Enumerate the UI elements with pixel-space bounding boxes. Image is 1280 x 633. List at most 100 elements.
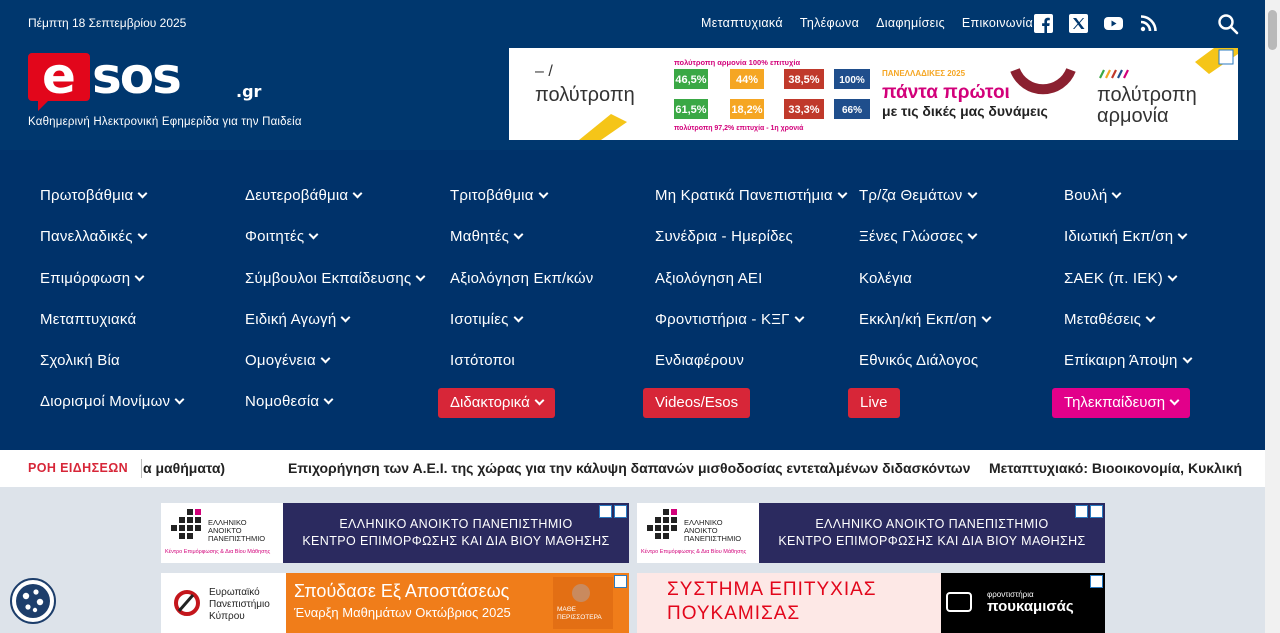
menu-item-foreign-languages[interactable]: Ξένες Γλώσσες xyxy=(859,228,978,245)
facebook-icon[interactable] xyxy=(1034,14,1053,33)
social-links xyxy=(1034,14,1158,33)
top-banner-ad[interactable]: – / πολύτροπη πολύτροπη αρμονία 100% επι… xyxy=(509,48,1238,140)
menu-item-label: Ενδιαφέρουν xyxy=(655,352,745,369)
menu-item-websites[interactable]: Ιστότοποι xyxy=(450,352,515,369)
chevron-down-icon xyxy=(320,353,331,364)
menu-item-colleges[interactable]: Κολέγια xyxy=(859,270,912,287)
menu-item-appointments[interactable]: Διορισμοί Μονίμων xyxy=(40,393,185,410)
news-ticker: ΡΟΗ ΕΙΔΗΣΕΩΝ α μαθήματα) Επιχορήγηση των… xyxy=(0,450,1265,487)
menu-item-label: Επιμόρφωση xyxy=(40,270,131,287)
menu-item-label: Ιδιωτική Εκπ/ση xyxy=(1064,228,1174,245)
svg-text:Έναρξη Μαθημάτων Οκτώβριος 202: Έναρξη Μαθημάτων Οκτώβριος 2025 xyxy=(293,605,511,620)
menu-item-label: Δευτεροβάθμια xyxy=(245,187,349,204)
ad-choices-icon[interactable] xyxy=(1090,575,1103,588)
top-link-ads[interactable]: Διαφημίσεις xyxy=(876,16,945,30)
rss-icon[interactable] xyxy=(1139,14,1158,33)
menu-item-panhellenic[interactable]: Πανελλαδικές xyxy=(40,228,148,245)
eap-banner-ad[interactable]: ΕΛΛΗΝΙΚΟ ΑΝΟΙΚΤΟ ΠΑΝΕΠΙΣΤΗΜΙΟ Κέντρο Επι… xyxy=(637,503,1105,563)
menu-item-teacher-evaluation[interactable]: Αξιολόγηση Εκπ/κών xyxy=(450,270,594,287)
menu-item-tertiary[interactable]: Τριτοβάθμια xyxy=(450,187,549,204)
eap-ad-line-2: ΚΕΝΤΡΟ ΕΠΙΜΟΡΦΩΣΗΣ ΚΑΙ ΔΙΑ ΒΙΟΥ ΜΑΘΗΣΗΣ xyxy=(302,534,610,548)
menu-item-parliament[interactable]: Βουλή xyxy=(1064,187,1122,204)
menu-item-label: Τριτοβάθμια xyxy=(450,187,534,204)
eap-logo: ΕΛΛΗΝΙΚΟ ΑΝΟΙΚΤΟ ΠΑΝΕΠΙΣΤΗΜΙΟ Κέντρο Επι… xyxy=(161,503,283,563)
top-link-contact[interactable]: Επικοινωνία xyxy=(962,16,1033,30)
svg-text:Κέντρο Επιμόρφωσης & Δια Βίου: Κέντρο Επιμόρφωσης & Δια Βίου Μάθησης xyxy=(165,548,271,555)
top-link-postgraduate[interactable]: Μεταπτυχιακά xyxy=(701,16,783,30)
page-scrollbar[interactable] xyxy=(1265,0,1280,633)
menu-item-label: Βουλή xyxy=(1064,187,1108,204)
menu-item-live[interactable]: Live xyxy=(848,388,900,418)
menu-item-postgraduate[interactable]: Μεταπτυχιακά xyxy=(40,311,136,328)
menu-item-special-education[interactable]: Ειδική Αγωγή xyxy=(245,311,351,328)
poukamisas-banner-ad[interactable]: ΣΥΣΤΗΜΑ ΕΠΙΤΥΧΙΑΣ ΠΟΥΚΑΜΙΣΑΣ φροντιστήρι… xyxy=(637,573,1105,633)
search-icon[interactable] xyxy=(1217,13,1239,35)
menu-item-of-interest[interactable]: Ενδιαφέρουν xyxy=(655,352,744,369)
menu-item-transfers[interactable]: Μεταθέσεις xyxy=(1064,311,1156,328)
menu-item-tutoring-schools[interactable]: Φροντιστήρια - ΚΞΓ xyxy=(655,311,805,328)
svg-text:Σπούδασε Εξ Αποστάσεως: Σπούδασε Εξ Αποστάσεως xyxy=(294,581,510,601)
scrollbar-thumb[interactable] xyxy=(1268,10,1277,50)
chevron-down-icon xyxy=(174,394,185,405)
svg-text:ΜΑΘΕ: ΜΑΘΕ xyxy=(557,606,577,613)
menu-item-ecclesiastical-education[interactable]: Εκκλη/κή Εκπ/ση xyxy=(859,311,992,328)
x-twitter-icon[interactable] xyxy=(1069,14,1088,33)
euc-banner-ad[interactable]: Ευρωπαϊκό Πανεπιστήμιο Κύπρου Σπούδασε Ε… xyxy=(161,573,629,633)
top-link-phones[interactable]: Τηλέφωνα xyxy=(800,16,859,30)
site-logo[interactable]: esos e sos .gr xyxy=(28,47,268,111)
menu-item-label: Ιστότοποι xyxy=(450,352,515,369)
eap-banner-ad[interactable]: ΕΛΛΗΝΙΚΟ ΑΝΟΙΚΤΟ ΠΑΝΕΠΙΣΤΗΜΙΟ Κέντρο Επι… xyxy=(161,503,629,563)
menu-item-private-education[interactable]: Ιδιωτική Εκπ/ση xyxy=(1064,228,1188,245)
ad-choices-icon[interactable] xyxy=(614,575,627,588)
svg-text:Κέντρο Επιμόρφωσης & Δια Βίου: Κέντρο Επιμόρφωσης & Δια Βίου Μάθησης xyxy=(641,548,747,555)
menu-item-label: Σύμβουλοι Εκπαίδευσης xyxy=(245,270,412,287)
menu-item-primary[interactable]: Πρωτοβάθμια xyxy=(40,187,148,204)
menu-item-diaspora[interactable]: Ομογένεια xyxy=(245,352,331,369)
menu-item-label: Μεταθέσεις xyxy=(1064,311,1142,328)
menu-item-distance-learning[interactable]: Τηλεκπαίδευση xyxy=(1052,388,1191,418)
chevron-down-icon xyxy=(137,229,148,240)
menu-item-secondary[interactable]: Δευτεροβάθμια xyxy=(245,187,363,204)
menu-item-label: Σχολική Βία xyxy=(40,352,120,369)
ad-choices-icon[interactable] xyxy=(1075,505,1103,518)
menu-item-opinion[interactable]: Επίκαιρη Άποψη xyxy=(1064,352,1193,369)
youtube-icon[interactable] xyxy=(1104,14,1123,33)
menu-item-saek[interactable]: ΣΑΕΚ (π. ΙΕΚ) xyxy=(1064,270,1178,287)
menu-item-equivalences[interactable]: Ισοτιμίες xyxy=(450,311,523,328)
chevron-down-icon xyxy=(1182,353,1193,364)
menu-item-education-advisors[interactable]: Σύμβουλοι Εκπαίδευσης xyxy=(245,270,426,287)
menu-item-doctorates[interactable]: Διδακτορικά xyxy=(438,388,555,418)
menu-item-label: Αξιολόγηση Εκπ/κών xyxy=(450,270,594,287)
ad-choices-icon[interactable] xyxy=(599,505,627,518)
menu-item-videos[interactable]: Videos/Esos xyxy=(643,388,751,418)
menu-item-school-violence[interactable]: Σχολική Βία xyxy=(40,352,120,369)
chevron-down-icon xyxy=(538,188,549,199)
svg-text:46,5%: 46,5% xyxy=(675,74,706,86)
chevron-down-icon xyxy=(1169,395,1180,406)
ticker-item[interactable]: α μαθήματα) xyxy=(143,460,225,476)
chevron-down-icon xyxy=(415,271,426,282)
svg-text:Πανεπιστήμιο: Πανεπιστήμιο xyxy=(209,598,270,610)
menu-item-students-university[interactable]: Φοιτητές xyxy=(245,228,319,245)
menu-item-university-evaluation[interactable]: Αξιολόγηση ΑΕΙ xyxy=(655,270,763,287)
menu-item-label: Videos/Esos xyxy=(655,394,739,411)
ticker-item[interactable]: Μεταπτυχιακό: Βιοοικονομία, Κυκλική xyxy=(989,460,1242,476)
cookie-settings-button[interactable] xyxy=(10,578,56,624)
menu-item-label: Διδακτορικά xyxy=(450,394,530,411)
chevron-down-icon xyxy=(794,312,805,323)
menu-item-training[interactable]: Επιμόρφωση xyxy=(40,270,145,287)
svg-text:πολύτροπη 97,2% επιτυχία - 1η: πολύτροπη 97,2% επιτυχία - 1η χρονιά xyxy=(674,124,804,132)
menu-item-legislation[interactable]: Νομοθεσία xyxy=(245,393,334,410)
chevron-down-icon xyxy=(513,229,524,240)
menu-item-conferences[interactable]: Συνέδρια - Ημερίδες xyxy=(655,228,793,245)
svg-text:ΠΟΥΚΑΜΙΣΑΣ: ΠΟΥΚΑΜΙΣΑΣ xyxy=(667,603,800,624)
menu-item-label: Ομογένεια xyxy=(245,352,316,369)
chevron-down-icon xyxy=(513,312,523,323)
menu-item-national-dialogue[interactable]: Εθνικός Διάλογος xyxy=(859,352,978,369)
menu-item-pupils[interactable]: Μαθητές xyxy=(450,228,524,245)
menu-item-label: Πρωτοβάθμια xyxy=(40,187,134,204)
svg-text:ΠΑΝΕΛΛΑΔΙΚΕΣ 2025: ΠΑΝΕΛΛΑΔΙΚΕΣ 2025 xyxy=(882,69,966,78)
menu-item-question-bank[interactable]: Τρ/ζα Θεμάτων xyxy=(859,187,977,204)
menu-item-private-universities[interactable]: Μη Κρατικά Πανεπιστήμια xyxy=(655,187,848,204)
ticker-item[interactable]: Επιχορήγηση των Α.Ε.Ι. της χώρας για την… xyxy=(288,460,970,476)
